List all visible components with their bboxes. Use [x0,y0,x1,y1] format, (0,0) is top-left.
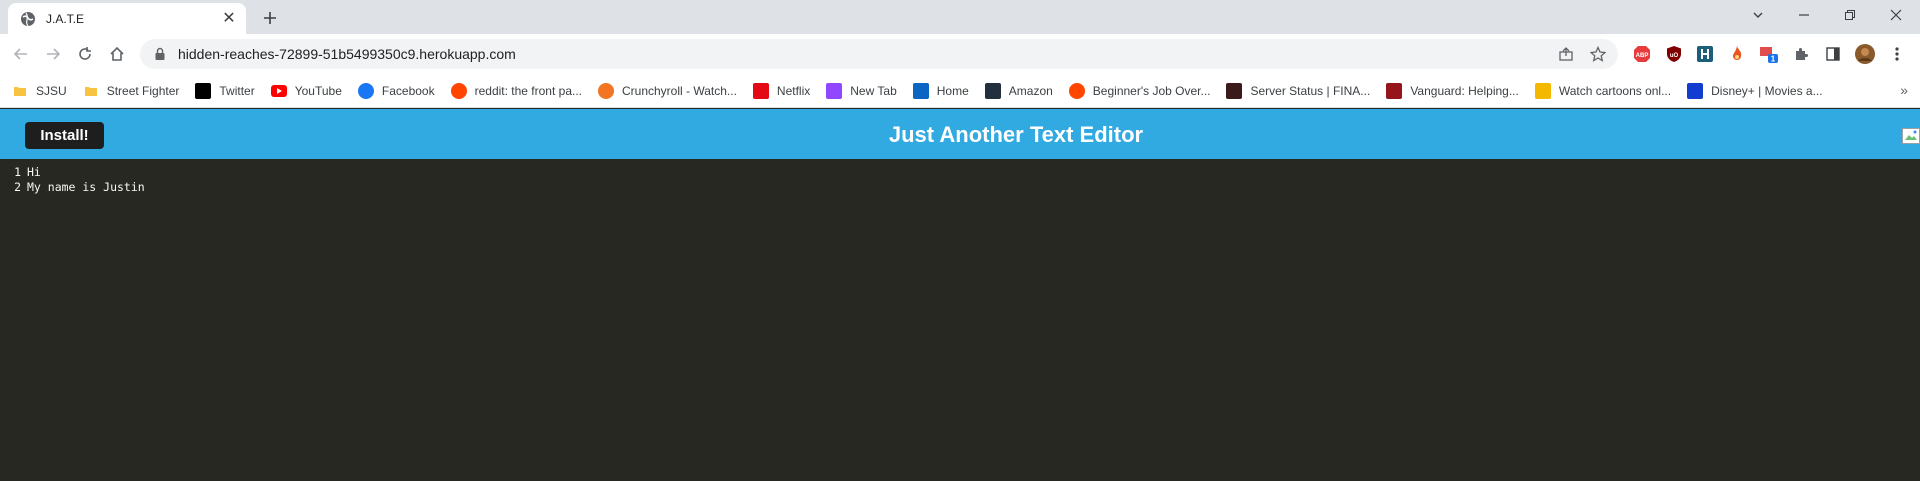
vanguard-icon [1386,82,1403,99]
broken-image-icon [1902,128,1920,144]
url-text[interactable]: hidden-reaches-72899-51b5499350c9.heroku… [178,46,1554,62]
bookmark-label: Twitter [219,83,255,98]
counter-extension-icon[interactable]: 1 [1758,43,1780,65]
tab-strip: J.A.T.E ✕ [0,0,1920,34]
tab-search-icon[interactable] [1735,0,1781,30]
bookmarks-bar: SJSU Street Fighter Twitter YouTube Facebook… [0,74,1920,108]
minimize-icon[interactable] [1781,0,1827,30]
extensions-puzzle-icon[interactable] [1790,43,1812,65]
plus-icon [264,12,276,24]
bookmark-item[interactable]: Amazon [984,82,1053,99]
x-logo-icon [195,82,212,99]
svg-text:ABP: ABP [1636,53,1649,59]
youtube-icon [270,83,287,99]
reddit-icon [1068,82,1085,99]
bookmark-label: reddit: the front pa... [474,83,582,98]
reddit-icon [450,82,467,99]
facebook-icon [357,82,374,99]
svg-text:uO: uO [1670,53,1679,59]
line-text[interactable]: Hi [27,165,41,179]
bookmark-label: Street Fighter [106,83,180,98]
folder-icon [83,83,99,99]
crunchyroll-icon [598,82,614,99]
cartoon-icon [1534,82,1551,99]
hoarder-extension-icon[interactable] [1694,43,1716,65]
bookmark-item[interactable]: New Tab [826,82,897,99]
bookmark-label: New Tab [850,83,897,98]
bookmark-item[interactable]: Home [912,82,969,99]
linkedin-icon [912,82,929,99]
bookmark-label: Amazon [1008,83,1053,98]
bookmark-label: Crunchyroll - Watch... [622,83,737,98]
svg-text:1: 1 [1771,55,1776,64]
forward-icon[interactable] [41,42,65,66]
side-panel-icon[interactable] [1822,43,1844,65]
bookmark-label: Facebook [381,83,435,98]
bookmark-label: YouTube [294,83,342,98]
new-tab-button[interactable] [258,6,282,30]
bookmarks-overflow-icon[interactable]: » [1900,82,1908,98]
back-icon[interactable] [9,42,33,66]
fire-extension-icon[interactable] [1726,43,1748,65]
disney-icon [1687,82,1704,99]
bookmark-item[interactable]: Beginner's Job Over... [1068,82,1211,99]
bookmark-item[interactable]: SJSU [12,83,67,99]
line-number: 1 [14,164,21,179]
bookmark-label: Disney+ | Movies a... [1711,83,1823,98]
line-text[interactable]: My name is Justin [27,180,145,194]
browser-toolbar: hidden-reaches-72899-51b5499350c9.heroku… [0,34,1920,74]
bookmark-item[interactable]: Disney+ | Movies a... [1687,82,1823,99]
bookmark-label: Server Status | FINA... [1250,83,1371,98]
browser-tab[interactable]: J.A.T.E ✕ [8,3,246,34]
bookmark-label: Beginner's Job Over... [1092,83,1211,98]
bookmark-item[interactable]: YouTube [270,83,342,99]
bookmark-item[interactable]: reddit: the front pa... [450,82,582,99]
address-bar[interactable]: hidden-reaches-72899-51b5499350c9.heroku… [140,39,1618,69]
bookmark-item[interactable]: Twitter [195,82,255,99]
twitch-icon [826,82,843,99]
code-editor[interactable]: 1 Hi 2 My name is Justin [0,159,1920,481]
bookmark-label: Vanguard: Helping... [1410,83,1519,98]
bookmark-item[interactable]: Vanguard: Helping... [1386,82,1519,99]
lock-icon[interactable] [152,46,168,62]
bookmark-item[interactable]: Server Status | FINA... [1226,82,1371,99]
server-icon [1226,82,1243,99]
ublock-origin-icon[interactable]: uO [1663,43,1685,65]
bookmark-item[interactable]: Netflix [752,82,811,99]
app-title: Just Another Text Editor [888,122,1144,147]
bookmark-label: Watch cartoons onl... [1558,83,1672,98]
bookmark-label: SJSU [36,83,67,98]
bookmark-label: Netflix [776,83,811,98]
reload-icon[interactable] [73,42,97,66]
bookmark-star-icon[interactable] [1586,42,1610,66]
kebab-menu-icon[interactable] [1886,43,1908,65]
bookmark-item[interactable]: Street Fighter [83,83,180,99]
editor-line[interactable]: 2 My name is Justin [0,179,145,194]
netflix-icon [752,82,769,99]
adblock-plus-icon[interactable]: ABP [1631,43,1653,65]
app-header: Install! Just Another Text Editor [0,109,1920,159]
line-number: 2 [14,179,21,194]
profile-avatar[interactable] [1854,43,1876,65]
amazon-icon [984,82,1001,99]
bookmark-label: Home [936,83,969,98]
bookmark-item[interactable]: Watch cartoons onl... [1534,82,1672,99]
bookmark-item[interactable]: Crunchyroll - Watch... [598,82,737,99]
share-icon[interactable] [1554,42,1578,66]
globe-icon [20,11,36,27]
tab-title: J.A.T.E [46,11,85,26]
restore-icon[interactable] [1827,0,1873,30]
home-icon[interactable] [105,42,129,66]
close-icon[interactable] [1873,0,1919,30]
folder-icon [12,83,28,99]
editor-line[interactable]: 1 Hi [0,164,41,179]
bookmark-item[interactable]: Facebook [357,82,435,99]
tab-close-icon[interactable]: ✕ [220,10,238,28]
